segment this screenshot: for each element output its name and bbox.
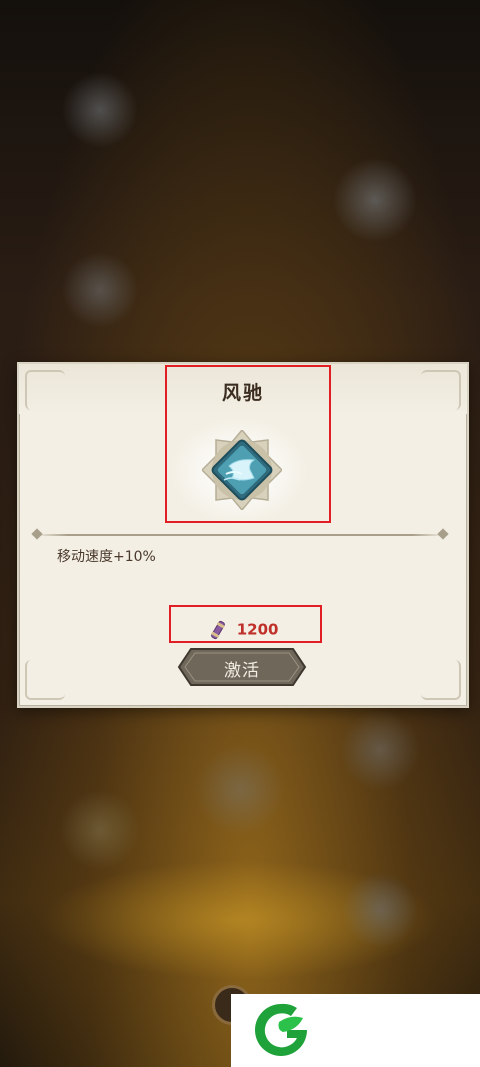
green-g-leaf-logo: [255, 1003, 307, 1056]
highlight-box-title-icon: [165, 365, 331, 523]
corner-ornament: [25, 660, 65, 700]
corner-ornament: [421, 660, 461, 700]
activate-label: 激活: [224, 661, 260, 681]
activate-button[interactable]: 激活: [177, 647, 307, 687]
skill-description: 移动速度+10%: [57, 549, 156, 565]
watermark: [231, 994, 480, 1067]
divider-ornament: [437, 528, 449, 540]
highlight-box-cost: [169, 605, 322, 643]
background-glow: [40, 860, 440, 980]
divider: [35, 534, 445, 536]
